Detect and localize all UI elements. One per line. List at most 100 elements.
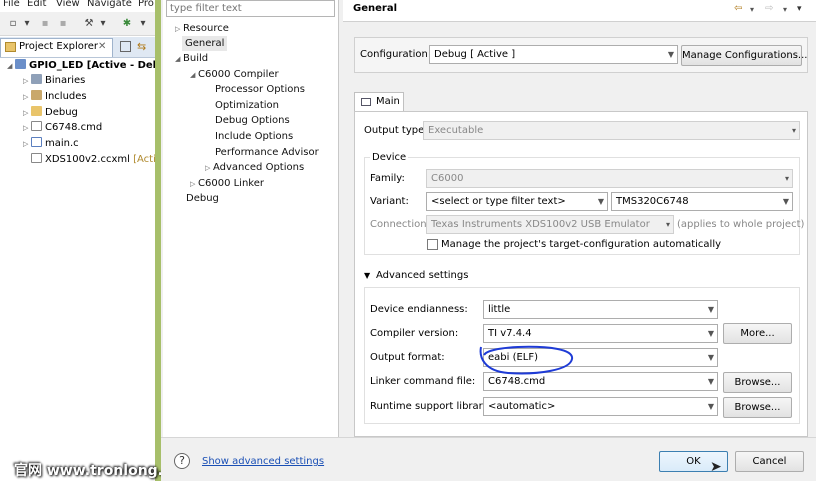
c-file-icon	[31, 137, 42, 147]
minimize-icon[interactable]	[120, 41, 131, 52]
advanced-settings-title[interactable]: Advanced settings	[376, 270, 468, 281]
chevron-down-icon: ▼	[707, 305, 714, 314]
nav-item-processor-options[interactable]: Processor Options	[215, 82, 305, 97]
connection-select[interactable]: Texas Instruments XDS100v2 USB Emulator ▾	[426, 215, 674, 234]
tree-item-debug-folder[interactable]: ▷ Debug	[23, 105, 78, 120]
chevron-down-icon: ▼	[707, 377, 714, 386]
chevron-down-icon: ▼	[782, 197, 789, 206]
tab-main[interactable]: Main	[354, 92, 404, 112]
folder-icon	[31, 106, 42, 116]
tree-item-ccxml[interactable]: XDS100v2.ccxml [Active	[31, 152, 160, 167]
build-icon[interactable]: ⚒	[82, 17, 96, 30]
help-icon[interactable]: ?	[174, 453, 190, 469]
menu-project[interactable]: Pro	[138, 0, 154, 9]
output-type-select[interactable]: Executable ▾	[423, 121, 800, 140]
save-all-icon[interactable]: ▪	[56, 17, 70, 30]
family-select[interactable]: C6000 ▾	[426, 169, 793, 188]
manage-target-label: Manage the project's target-configuratio…	[441, 239, 722, 250]
configuration-label: Configuration:	[360, 49, 432, 60]
project-explorer-title: Project Explorer	[19, 41, 99, 52]
menu-view[interactable]: View	[56, 0, 80, 9]
nav-item-build[interactable]: ◢ Build	[175, 51, 208, 66]
chevron-down-icon: ▼	[707, 329, 714, 338]
forward-arrow-icon[interactable]: ⇨	[765, 3, 773, 14]
variant-label: Variant:	[370, 196, 409, 207]
collapse-triangle-icon[interactable]: ▼	[364, 271, 370, 280]
nav-item-resource[interactable]: ▷ Resource	[175, 21, 229, 36]
configuration-select[interactable]: Debug [ Active ] ▼	[429, 45, 678, 64]
endianness-select[interactable]: little ▼	[483, 300, 718, 319]
nav-item-optimization[interactable]: Optimization	[215, 98, 279, 113]
tab-icon	[361, 98, 371, 106]
nav-item-c6000-compiler[interactable]: ◢ C6000 Compiler	[190, 67, 279, 82]
family-label: Family:	[370, 173, 405, 184]
tree-item-includes[interactable]: ▷ Includes	[23, 89, 87, 104]
manage-target-checkbox[interactable]	[427, 239, 438, 250]
nav-item-debug[interactable]: Debug	[186, 191, 219, 206]
show-advanced-settings-link[interactable]: Show advanced settings	[202, 456, 324, 467]
dropdown-icon[interactable]: ▾	[96, 17, 110, 30]
tree-item-main-c[interactable]: ▷ main.c	[23, 136, 79, 151]
chevron-down-icon: ▾	[791, 126, 796, 135]
manage-configurations-button[interactable]: Manage Configurations...	[681, 45, 807, 66]
project-explorer-tab[interactable]: Project Explorer ✕	[0, 38, 113, 57]
xml-file-icon	[31, 153, 42, 163]
output-type-label: Output type:	[364, 125, 428, 136]
chevron-down-icon: ▼	[667, 50, 674, 59]
page-header	[343, 0, 816, 22]
chevron-down-icon: ▼	[707, 402, 714, 411]
binaries-icon	[31, 74, 42, 84]
nav-item-include-options[interactable]: Include Options	[215, 129, 293, 144]
debug-icon[interactable]: ✱	[120, 17, 134, 30]
view-menu-icon[interactable]: ▾	[797, 4, 802, 14]
compiler-version-label: Compiler version:	[370, 328, 459, 339]
browse-runtime-button[interactable]: Browse...	[723, 397, 792, 418]
nav-item-debug-options[interactable]: Debug Options	[215, 113, 290, 128]
tree-item-cmd-file[interactable]: ▷ C6748.cmd	[23, 120, 102, 135]
menu-file[interactable]: File	[3, 0, 20, 9]
includes-icon	[31, 90, 42, 100]
nav-item-c6000-linker[interactable]: ▷ C6000 Linker	[190, 176, 264, 191]
dropdown-icon[interactable]: ▾	[20, 17, 34, 30]
tree-item-project[interactable]: ◢ GPIO_LED [Active - Debu	[7, 58, 160, 73]
new-icon[interactable]: ▫	[6, 17, 20, 30]
menu-edit[interactable]: Edit	[27, 0, 46, 9]
tab-main-label: Main	[376, 96, 400, 107]
link-with-editor-icon[interactable]: ⇆	[137, 40, 146, 53]
connection-note: (applies to whole project)	[677, 219, 805, 230]
more-button[interactable]: More...	[723, 323, 792, 344]
dropdown-icon[interactable]: ▾	[136, 17, 150, 30]
filter-input[interactable]	[166, 0, 335, 17]
chevron-down-icon[interactable]: ▾	[783, 5, 787, 14]
cancel-button[interactable]: Cancel	[735, 451, 804, 472]
close-icon[interactable]: ✕	[98, 41, 106, 52]
folder-icon	[5, 42, 16, 52]
chevron-down-icon: ▼	[707, 353, 714, 362]
connection-label: Connection:	[370, 219, 430, 230]
variant-select[interactable]: TMS320C6748 ▼	[611, 192, 793, 211]
back-arrow-icon[interactable]: ⇦	[734, 3, 742, 14]
chevron-down-icon: ▼	[597, 197, 604, 206]
chevron-down-icon: ▾	[665, 220, 670, 229]
menu-navigate[interactable]: Navigate	[87, 0, 132, 9]
nav-item-advanced-options[interactable]: ▷ Advanced Options	[205, 160, 304, 175]
compiler-version-select[interactable]: TI v7.4.4 ▼	[483, 324, 718, 343]
runtime-library-select[interactable]: <automatic> ▼	[483, 397, 718, 416]
chevron-down-icon[interactable]: ▾	[750, 5, 754, 14]
output-format-label: Output format:	[370, 352, 445, 363]
browse-linker-button[interactable]: Browse...	[723, 372, 792, 393]
tree-item-binaries[interactable]: ▷ Binaries	[23, 73, 85, 88]
chevron-down-icon: ▾	[784, 174, 789, 183]
project-icon	[15, 59, 26, 69]
page-title: General	[353, 3, 397, 14]
workspace-pane: File Edit View Navigate Pro ▫ ▾ ▪ ▪ ⚒ ▾ …	[0, 0, 160, 481]
nav-item-general[interactable]: General	[182, 36, 228, 51]
variant-filter-select[interactable]: <select or type filter text> ▼	[426, 192, 608, 211]
file-icon	[31, 121, 42, 131]
save-icon[interactable]: ▪	[38, 17, 52, 30]
cursor-icon: ➤	[710, 459, 722, 475]
nav-item-performance-advisor[interactable]: Performance Advisor	[215, 145, 319, 160]
annotation-circle	[479, 345, 573, 375]
device-group-title: Device	[370, 152, 409, 163]
endianness-label: Device endianness:	[370, 304, 468, 315]
